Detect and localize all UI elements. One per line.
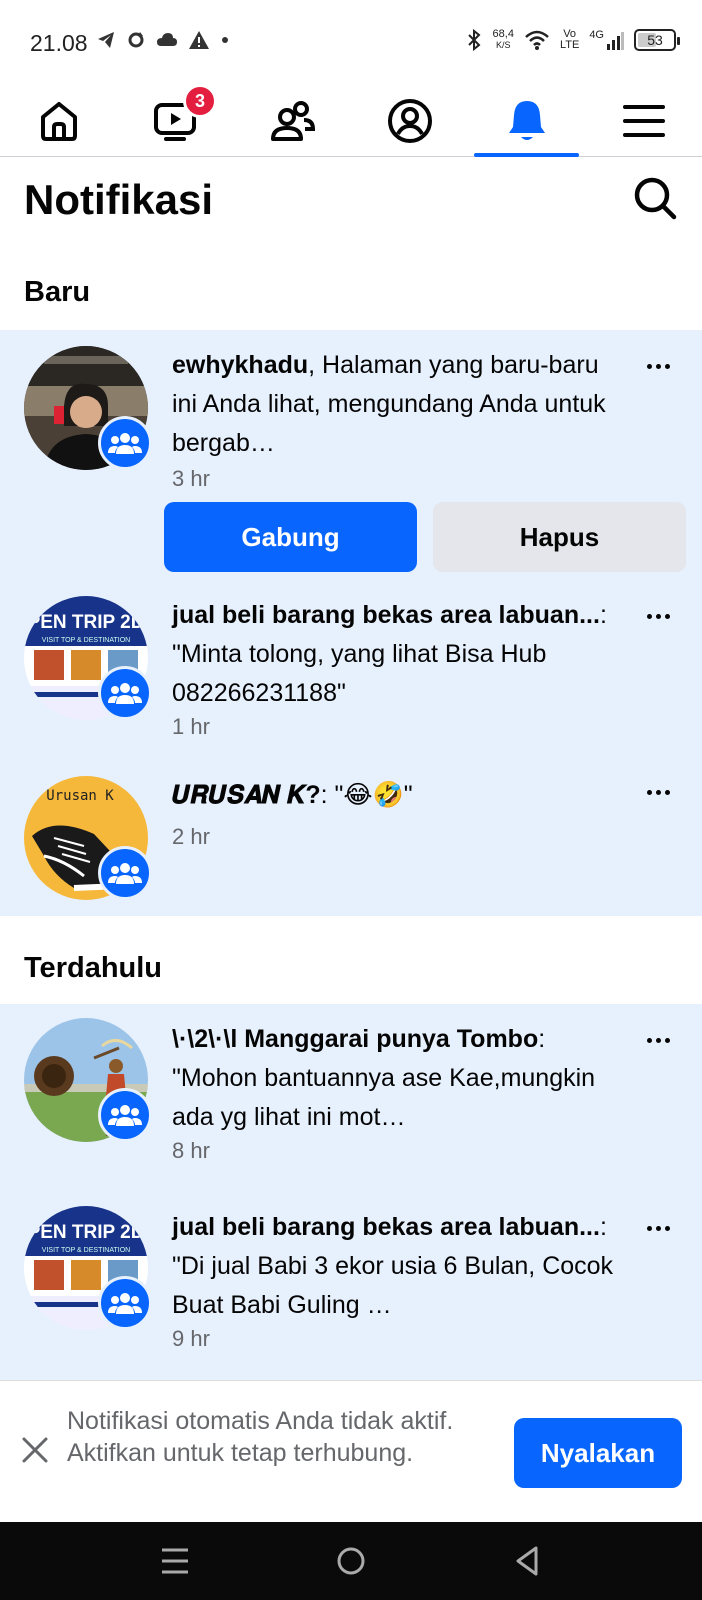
home-icon — [40, 101, 77, 141]
cloud-icon — [157, 33, 177, 46]
menu-icon — [622, 104, 665, 137]
back-icon[interactable] — [510, 1544, 544, 1578]
group-badge — [98, 1088, 152, 1142]
status-time: 21.08 — [30, 30, 88, 56]
status-bar: 21.08 68,4 K/S Vo LTE 4G 53 — [0, 0, 702, 84]
more-options-button[interactable] — [638, 1028, 678, 1052]
push-notification-banner: Notifikasi otomatis Anda tidak aktif. Ak… — [0, 1380, 702, 1522]
friends-icon — [270, 100, 315, 141]
status-system-icons: 68,4 K/S Vo LTE 4G 53 — [465, 28, 680, 52]
nav-friends[interactable] — [234, 84, 351, 157]
group-badge — [98, 416, 152, 470]
group-icon — [108, 1105, 142, 1126]
bluetooth-icon — [467, 28, 481, 52]
notification-item[interactable]: \·\2\·\l Manggarai punya Tombo: "Mohon b… — [0, 1004, 702, 1192]
sync-icon — [128, 32, 144, 48]
signal-bars-icon — [607, 32, 624, 50]
notification-text: 𝑼𝑹𝑼𝑺𝑨𝑵 𝑲?: "😂🤣" — [172, 781, 413, 809]
recent-apps-icon[interactable] — [158, 1544, 192, 1578]
top-nav: 3 — [0, 84, 702, 157]
nav-menu[interactable] — [585, 84, 702, 157]
search-button[interactable] — [632, 175, 678, 226]
notification-time: 2 hr — [172, 824, 210, 849]
dot-icon — [222, 37, 228, 43]
join-button[interactable]: Gabung — [164, 502, 417, 572]
volte-indicator: Vo LTE — [559, 28, 580, 51]
notification-item[interactable]: PEN TRIP 2D VISIT TOP & DESTINATION jual… — [0, 1192, 702, 1380]
group-badge — [98, 1276, 152, 1330]
svg-text:Urusan K: Urusan K — [46, 788, 114, 804]
group-icon — [108, 863, 142, 884]
more-options-button[interactable] — [638, 1216, 678, 1240]
notifications-new-list: ewhykhadu, Halaman yang baru-baru ini An… — [0, 330, 702, 916]
nav-video[interactable]: 3 — [117, 84, 234, 157]
remove-button[interactable]: Hapus — [433, 502, 686, 572]
svg-text:PEN TRIP 2D: PEN TRIP 2D — [28, 1222, 145, 1243]
section-title-new: Baru — [24, 276, 91, 308]
video-badge: 3 — [183, 84, 217, 118]
svg-text:VISIT TOP & DESTINATION: VISIT TOP & DESTINATION — [42, 1247, 130, 1254]
group-icon — [108, 683, 142, 704]
notification-text: jual beli barang bekas area labuan...: "… — [172, 601, 607, 707]
page-header: Notifikasi — [24, 170, 678, 230]
notification-item[interactable]: Urusan K 𝑼𝑹𝑼𝑺𝑨𝑵 𝑲?: "😂🤣" 2 hr — [0, 750, 702, 916]
svg-text:PEN TRIP 2D: PEN TRIP 2D — [28, 612, 145, 633]
profile-icon — [387, 98, 432, 143]
system-nav-bar — [0, 1522, 702, 1600]
banner-close-button[interactable] — [20, 1435, 50, 1465]
close-icon — [22, 1437, 48, 1463]
telegram-icon — [98, 32, 114, 48]
home-nav-icon[interactable] — [334, 1544, 368, 1578]
notification-time: 8 hr — [172, 1138, 210, 1163]
section-title-earlier: Terdahulu — [24, 952, 163, 984]
group-icon — [108, 433, 142, 454]
notification-item[interactable]: ewhykhadu, Halaman yang baru-baru ini An… — [0, 330, 702, 580]
more-options-button[interactable] — [638, 604, 678, 628]
search-icon — [634, 177, 677, 219]
group-badge — [98, 846, 152, 900]
cell-signal: 4G — [589, 30, 624, 50]
more-options-button[interactable] — [638, 354, 678, 378]
warning-icon — [189, 31, 209, 49]
notification-time: 1 hr — [172, 714, 210, 739]
notifications-earlier-list: \·\2\·\l Manggarai punya Tombo: "Mohon b… — [0, 1004, 702, 1380]
notification-text: ewhykhadu, Halaman yang baru-baru ini An… — [172, 351, 606, 457]
notification-item[interactable]: PEN TRIP 2D VISIT TOP & DESTINATION jual… — [0, 580, 702, 750]
net-speed: 68,4 K/S — [492, 28, 514, 51]
notification-text: \·\2\·\l Manggarai punya Tombo: "Mohon b… — [172, 1025, 596, 1131]
notification-time: 3 hr — [172, 466, 210, 491]
more-options-button[interactable] — [638, 780, 678, 804]
nav-profile[interactable] — [351, 84, 468, 157]
page-title: Notifikasi — [24, 176, 214, 223]
wifi-icon — [525, 30, 549, 50]
nav-home[interactable] — [0, 84, 117, 157]
notification-time: 9 hr — [172, 1326, 210, 1351]
group-icon — [108, 1293, 142, 1314]
group-badge — [98, 666, 152, 720]
banner-text: Notifikasi otomatis Anda tidak aktif. Ak… — [67, 1407, 454, 1467]
bell-icon — [508, 100, 545, 140]
enable-button[interactable]: Nyalakan — [514, 1418, 682, 1488]
notification-text: jual beli barang bekas area labuan...: "… — [172, 1213, 614, 1319]
nav-notifications[interactable] — [468, 84, 585, 157]
battery-icon: 53 — [634, 29, 680, 51]
status-notification-icons — [96, 30, 230, 50]
svg-text:VISIT TOP & DESTINATION: VISIT TOP & DESTINATION — [42, 637, 130, 644]
nav-active-indicator — [474, 153, 579, 157]
